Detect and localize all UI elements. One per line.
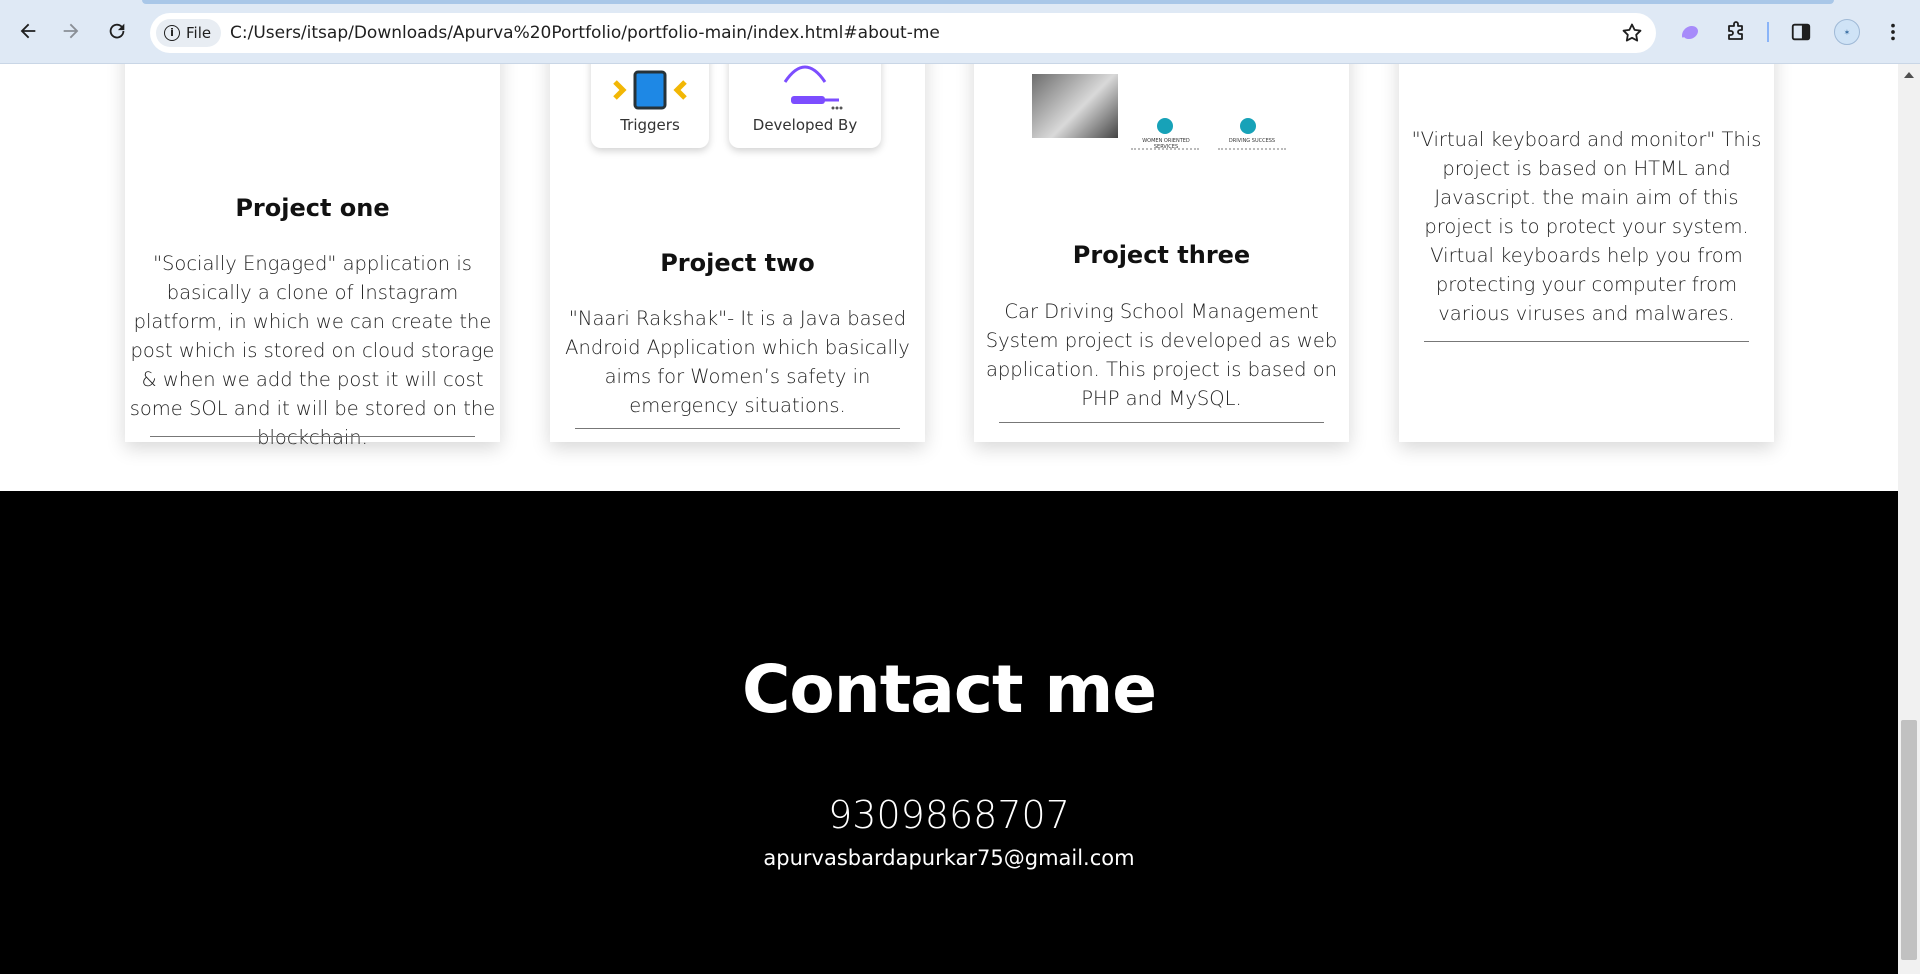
side-panel-icon — [1791, 23, 1811, 41]
success-text-lines — [1218, 148, 1286, 162]
phone-icon — [613, 70, 687, 110]
menu-kebab-icon — [1891, 23, 1895, 41]
project-card-three: WOMEN ORIENTED SERVICES DRIVING SUCCESS … — [974, 64, 1349, 442]
star-icon[interactable] — [1620, 21, 1644, 45]
mini-caption: Developed By — [752, 116, 858, 134]
success-label: DRIVING SUCCESS — [1228, 138, 1276, 144]
service-text-lines — [1131, 148, 1199, 160]
success-icon — [1240, 118, 1256, 134]
active-tab[interactable] — [142, 0, 1834, 4]
contact-email[interactable]: apurvasbardapurkar75@gmail.com — [0, 846, 1898, 870]
project-description: "Virtual keyboard and monitor" This proj… — [1411, 128, 1762, 325]
extensions-button[interactable] — [1722, 18, 1750, 46]
browser-toolbar: i File C:/Users/itsap/Downloads/Apurva%2… — [0, 0, 1920, 64]
project-screenshot-image: WOMEN ORIENTED SERVICES DRIVING SUCCESS — [1032, 64, 1312, 170]
page-scrollbar[interactable] — [1898, 64, 1920, 974]
project-card-two: Triggers Developed By Project two "Naari… — [550, 64, 925, 442]
card-divider — [575, 428, 900, 429]
mini-caption: Triggers — [620, 116, 680, 134]
scrollbar-thumb[interactable] — [1901, 720, 1917, 960]
service-icon — [1157, 118, 1173, 134]
reload-icon — [109, 23, 125, 39]
project-description: Car Driving School Management System pro… — [985, 300, 1338, 410]
address-bar[interactable]: i File C:/Users/itsap/Downloads/Apurva%2… — [150, 13, 1656, 53]
info-icon: i — [164, 25, 180, 41]
extension-blob-icon — [1682, 26, 1698, 39]
url-text[interactable]: C:/Users/itsap/Downloads/Apurva%20Portfo… — [230, 13, 940, 53]
back-icon — [20, 23, 36, 39]
project-card-four: "Virtual keyboard and monitor" This proj… — [1399, 64, 1774, 442]
file-chip-label: File — [186, 24, 212, 42]
project-title: Project three — [1072, 241, 1251, 269]
contact-heading: Contact me — [741, 651, 1157, 728]
extension-button[interactable] — [1676, 18, 1704, 46]
project-title: Project one — [235, 194, 390, 222]
card-divider — [150, 436, 475, 437]
forward-icon — [63, 23, 79, 39]
scroll-up-arrow-icon[interactable] — [1904, 72, 1914, 78]
card-divider — [999, 422, 1324, 423]
site-info-chip[interactable]: i File — [156, 19, 222, 47]
extension-puzzle-icon — [1728, 21, 1743, 40]
tab-strip — [0, 0, 1920, 4]
forward-button[interactable] — [56, 16, 86, 46]
card-divider — [1424, 341, 1749, 342]
project-description: "Naari Rakshak"- It is a Java based Andr… — [565, 307, 910, 417]
contact-phone[interactable]: 9309868707 — [0, 793, 1898, 837]
project-card-one: Project one "Socially Engaged" applicati… — [125, 64, 500, 449]
project-description: "Socially Engaged" application is basica… — [129, 252, 496, 449]
contact-section: Contact me 9309868707 apurvasbardapurkar… — [0, 491, 1898, 974]
back-button[interactable] — [13, 16, 43, 46]
project-title: Project two — [660, 249, 815, 277]
lightbulb-icon — [783, 65, 843, 110]
reload-button[interactable] — [102, 16, 132, 46]
side-panel-button[interactable] — [1787, 18, 1815, 46]
triggers-image: Triggers — [591, 64, 709, 148]
profile-avatar[interactable]: ✶ — [1834, 19, 1860, 45]
toolbar-separator — [1767, 22, 1769, 42]
page-viewport: Project one "Socially Engaged" applicati… — [0, 64, 1898, 974]
photo-thumbnail — [1032, 74, 1118, 138]
developed-by-image: Developed By — [729, 64, 881, 148]
menu-button[interactable] — [1879, 18, 1907, 46]
